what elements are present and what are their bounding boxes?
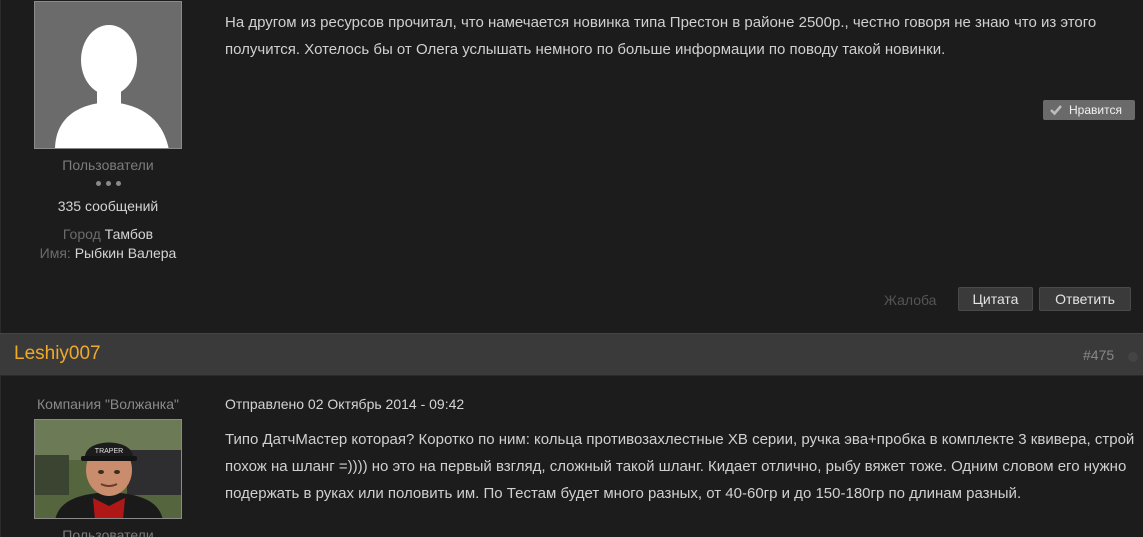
name-value: Рыбкин Валера	[74, 245, 177, 261]
avatar-photo: TRAPER	[35, 420, 181, 518]
name-label: Имя:	[39, 245, 71, 261]
reply-button[interactable]: Ответить	[1039, 287, 1131, 311]
author-group: Пользователи	[62, 527, 154, 537]
user-silhouette-icon	[35, 2, 181, 148]
check-icon	[1050, 105, 1062, 116]
post-current: Компания "Волжанка" TRAPER Пользователи …	[0, 376, 1143, 537]
post-number-link[interactable]: #475	[1083, 347, 1114, 363]
username-link[interactable]: Leshiy007	[14, 343, 101, 365]
author-company: Компания "Волжанка"	[37, 396, 179, 412]
like-label: Нравится	[1069, 103, 1122, 117]
quote-button[interactable]: Цитата	[958, 287, 1033, 311]
post-previous: Пользователи 335 сообщений Город Тамбов …	[0, 0, 1143, 333]
like-button[interactable]: Нравится	[1043, 100, 1135, 120]
default-avatar[interactable]	[34, 1, 182, 149]
post-body: На другом из ресурсов прочитал, что наме…	[225, 14, 1097, 58]
city-label: Город	[62, 226, 101, 242]
post-header: Leshiy007 #475	[0, 333, 1143, 376]
report-link[interactable]: Жалоба	[884, 292, 936, 308]
author-city-field: Город Тамбов	[1, 226, 215, 242]
city-value: Тамбов	[104, 226, 154, 242]
user-avatar[interactable]: TRAPER	[34, 419, 182, 519]
author-name-field: Имя: Рыбкин Валера	[1, 245, 215, 261]
author-group: Пользователи	[62, 157, 154, 173]
svg-text:TRAPER: TRAPER	[95, 448, 123, 455]
rank-dots	[96, 181, 121, 186]
author-post-count: 335 сообщений	[57, 198, 159, 214]
post-body: Типо ДатчМастер которая? Коротко по ним:…	[225, 431, 1135, 502]
share-icon[interactable]	[1128, 352, 1138, 362]
post-date: Отправлено 02 Октябрь 2014 - 09:42	[225, 396, 465, 412]
